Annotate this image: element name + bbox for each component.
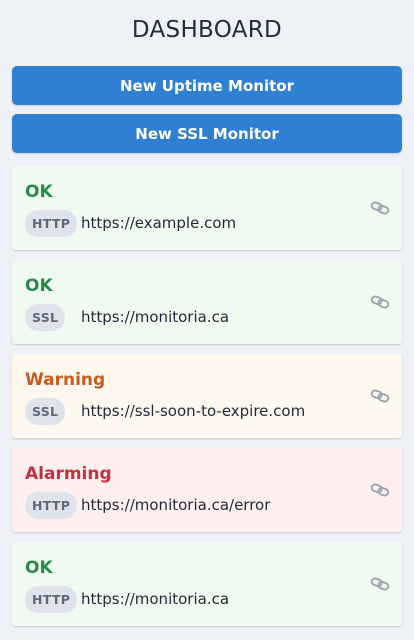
- link-icon[interactable]: [370, 481, 390, 499]
- new-ssl-monitor-button[interactable]: New SSL Monitor: [12, 114, 402, 153]
- monitor-card[interactable]: OK HTTP https://example.com: [12, 166, 402, 250]
- monitor-card[interactable]: Warning SSL https://ssl-soon-to-expire.c…: [12, 354, 402, 438]
- monitor-url: https://monitoria.ca: [81, 590, 230, 608]
- page-title: DASHBOARD: [131, 17, 283, 43]
- monitor-type-badge: HTTP: [25, 210, 78, 237]
- monitor-type-badge: SSL: [25, 398, 66, 425]
- monitor-type-badge: HTTP: [25, 492, 78, 519]
- monitor-status: Alarming: [25, 464, 112, 484]
- link-icon[interactable]: [370, 575, 390, 593]
- monitor-status: OK: [25, 276, 53, 296]
- monitor-url: https://example.com: [81, 214, 237, 232]
- monitor-status: OK: [25, 182, 53, 202]
- monitor-card[interactable]: Alarming HTTP https://monitoria.ca/error: [12, 448, 402, 532]
- new-uptime-monitor-button[interactable]: New Uptime Monitor: [12, 66, 402, 105]
- monitor-card[interactable]: OK SSL https://monitoria.ca: [12, 260, 402, 344]
- monitor-url: https://monitoria.ca: [81, 308, 230, 326]
- monitor-url: https://ssl-soon-to-expire.com: [81, 402, 306, 420]
- monitor-card[interactable]: OK HTTP https://monitoria.ca: [12, 542, 402, 626]
- monitor-status: OK: [25, 558, 53, 578]
- link-icon[interactable]: [370, 293, 390, 311]
- dashboard-page: DASHBOARD New Uptime Monitor New SSL Mon…: [0, 0, 414, 640]
- link-icon[interactable]: [370, 387, 390, 405]
- monitor-type-badge: HTTP: [25, 586, 78, 613]
- link-icon[interactable]: [370, 199, 390, 217]
- monitor-url: https://monitoria.ca/error: [81, 496, 271, 514]
- monitor-status: Warning: [25, 370, 106, 390]
- monitor-type-badge: SSL: [25, 304, 66, 331]
